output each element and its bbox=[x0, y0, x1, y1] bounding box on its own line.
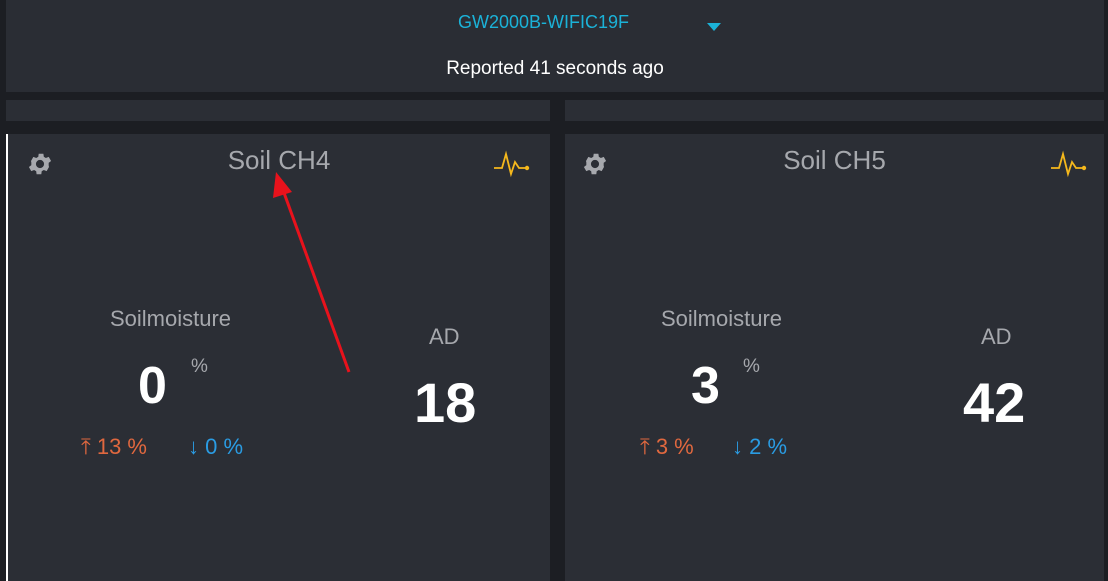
left-subbar bbox=[6, 100, 550, 121]
caret-down-icon[interactable] bbox=[707, 23, 721, 31]
dashboard-frame: GW2000B-WIFIC19F Reported 41 seconds ago… bbox=[0, 0, 1108, 581]
low-value: ↓ 2 % bbox=[732, 434, 788, 459]
device-selector[interactable]: GW2000B-WIFIC19F bbox=[6, 8, 1104, 36]
ad-label: AD bbox=[429, 324, 460, 349]
right-edge bbox=[1104, 0, 1108, 581]
header-divider bbox=[6, 92, 1104, 100]
column-divider bbox=[550, 100, 565, 581]
high-value: ⤒ 13 % bbox=[81, 434, 147, 459]
ad-value: 42 bbox=[963, 371, 1026, 434]
soilmoisture-unit: % bbox=[191, 356, 208, 377]
soilmoisture-unit: % bbox=[743, 356, 760, 377]
left-edge bbox=[0, 0, 6, 581]
pulse-chart-icon[interactable] bbox=[492, 148, 530, 178]
device-name[interactable]: GW2000B-WIFIC19F bbox=[458, 12, 629, 33]
ad-label: AD bbox=[981, 324, 1012, 349]
soilmoisture-label: Soilmoisture bbox=[661, 306, 783, 331]
card-title: Soil CH5 bbox=[783, 145, 886, 175]
soilmoisture-value: 0 bbox=[138, 357, 167, 415]
ad-value: 18 bbox=[414, 371, 477, 434]
reported-status: Reported 41 seconds ago bbox=[446, 58, 664, 79]
high-value: ⤒ 3 % bbox=[640, 434, 694, 459]
pulse-chart-icon[interactable] bbox=[1049, 148, 1087, 178]
soil-ch5-card: Soil CH5 Soilmoisture 3 % ⤒ 3 % ↓ 2 % AD… bbox=[565, 134, 1104, 581]
low-value: ↓ 0 % bbox=[188, 434, 244, 459]
soil-ch4-card: Soil CH4 Soilmoisture 0 % ⤒ 13 % ↓ 0 % A… bbox=[8, 134, 550, 581]
right-subbar bbox=[565, 100, 1104, 121]
header-bar: GW2000B-WIFIC19F Reported 41 seconds ago bbox=[6, 0, 1104, 92]
soilmoisture-value: 3 bbox=[691, 357, 720, 415]
soilmoisture-label: Soilmoisture bbox=[110, 306, 232, 331]
card-title: Soil CH4 bbox=[227, 145, 331, 175]
